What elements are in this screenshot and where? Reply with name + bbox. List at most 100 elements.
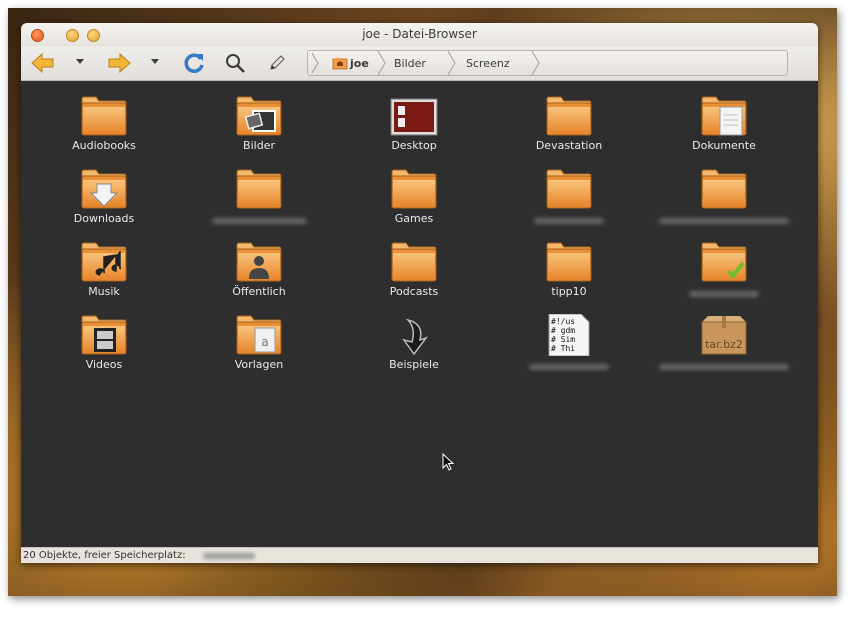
folder-icon <box>546 96 592 136</box>
folder-icon <box>546 169 592 209</box>
file-label: tipp10 <box>551 285 587 298</box>
file-icon <box>700 241 748 283</box>
script-preview-line: # gdm <box>551 326 575 335</box>
file-item[interactable]: Desktop <box>349 95 479 157</box>
redacted-file-label <box>211 218 307 224</box>
file-label: Downloads <box>73 212 135 225</box>
file-item[interactable]: Devastation <box>504 95 634 157</box>
folder-icon <box>81 96 127 136</box>
svg-text:a: a <box>261 335 268 349</box>
file-item[interactable]: Beispiele <box>349 314 479 376</box>
forward-button[interactable] <box>105 51 133 75</box>
crumb-label: Bilder <box>394 56 426 70</box>
file-icon <box>390 314 438 356</box>
script-file-icon: #!/us# gdm# Sim# Thi <box>548 313 590 357</box>
redacted-file-label <box>689 291 759 297</box>
file-label: Devastation <box>535 139 603 152</box>
file-icon: tar.bz2 <box>700 314 748 356</box>
public-folder-icon <box>236 242 282 282</box>
free-space-value-redacted <box>203 553 255 559</box>
file-icon <box>545 95 593 137</box>
file-item[interactable] <box>659 241 789 303</box>
path-bar-left-arrow[interactable] <box>310 51 320 75</box>
downloads-folder-icon <box>81 169 127 209</box>
crumb-label: Screenz <box>466 56 510 70</box>
file-item[interactable]: tipp10 <box>504 241 634 303</box>
file-item[interactable]: Videos <box>39 314 169 376</box>
file-icon <box>390 95 438 137</box>
redacted-file-label <box>659 364 789 370</box>
file-item[interactable]: Audiobooks <box>39 95 169 157</box>
file-item[interactable]: tar.bz2 <box>659 314 789 376</box>
file-item[interactable]: Podcasts <box>349 241 479 303</box>
title-bar[interactable]: joe - Datei-Browser <box>21 23 818 47</box>
pictures-folder-icon <box>236 96 282 136</box>
forward-history-dropdown[interactable] <box>151 59 159 64</box>
file-icon <box>700 95 748 137</box>
file-icon <box>80 241 128 283</box>
file-label: Musik <box>88 285 120 298</box>
file-item[interactable] <box>504 168 634 230</box>
file-icon <box>390 168 438 210</box>
file-label: Games <box>394 212 434 225</box>
file-item[interactable] <box>194 168 324 230</box>
music-folder-icon <box>81 242 127 282</box>
redacted-file-label <box>659 218 789 224</box>
symlink-icon <box>402 318 429 356</box>
file-label: Videos <box>85 358 123 371</box>
file-item[interactable]: Downloads <box>39 168 169 230</box>
documents-folder-icon <box>701 96 747 136</box>
file-label: Bilder <box>243 139 275 152</box>
templates-folder-icon: a <box>236 315 282 355</box>
back-history-dropdown[interactable] <box>76 59 84 64</box>
file-icon <box>235 168 283 210</box>
folder-icon <box>391 169 437 209</box>
file-item[interactable]: #!/us # gdm # Sim # Thi <box>504 313 634 376</box>
file-item[interactable]: Öffentlich <box>194 241 324 303</box>
file-icon <box>80 168 128 210</box>
file-label: Beispiele <box>389 358 439 371</box>
home-folder-icon <box>332 57 348 70</box>
forward-arrow-icon <box>108 52 131 74</box>
edit-path-button[interactable] <box>265 51 289 75</box>
folder-icon <box>236 169 282 209</box>
reload-button[interactable] <box>180 51 208 75</box>
file-label: Dokumente <box>692 139 756 152</box>
file-label: Vorlagen <box>234 358 284 371</box>
file-item[interactable]: Musik <box>39 241 169 303</box>
file-icon <box>390 241 438 283</box>
videos-folder-icon <box>81 315 127 355</box>
file-icon <box>700 168 748 210</box>
back-button[interactable] <box>29 51 57 75</box>
crumb-bilder[interactable]: Bilder <box>394 51 440 75</box>
status-bar: 20 Objekte, freier Speicherplatz: <box>21 547 818 563</box>
file-item[interactable]: a Vorlagen <box>194 314 324 376</box>
script-preview-line: #!/us <box>551 317 575 326</box>
file-icon <box>545 241 593 283</box>
file-item[interactable]: Dokumente <box>659 95 789 157</box>
crumb-separator <box>447 51 456 75</box>
path-bar: joe Bilder Screenz <box>307 50 788 76</box>
archive-badge: tar.bz2 <box>705 338 743 351</box>
file-icon-view[interactable]: Audiobooks Bilder Desktop Devastation Dokume… <box>21 81 818 547</box>
back-arrow-icon <box>31 52 54 74</box>
file-browser-window: joe - Datei-Browser joe Bilder Screenz A… <box>21 23 818 563</box>
crumb-separator <box>377 51 386 75</box>
crumb-joe[interactable]: joe <box>332 51 372 75</box>
file-label: Audiobooks <box>72 139 136 152</box>
folder-icon <box>701 169 747 209</box>
script-preview-line: # Thi <box>551 344 575 353</box>
redacted-file-label <box>534 218 604 224</box>
file-item[interactable] <box>659 168 789 230</box>
search-icon <box>226 54 245 73</box>
toolbar: joe Bilder Screenz <box>21 46 818 81</box>
redacted-file-label <box>529 364 609 370</box>
file-item[interactable]: Games <box>349 168 479 230</box>
crumb-screenz[interactable]: Screenz <box>466 51 526 75</box>
file-item[interactable]: Bilder <box>194 95 324 157</box>
search-button[interactable] <box>222 51 248 75</box>
file-label: Podcasts <box>389 285 439 298</box>
script-preview-line: # Sim <box>551 335 575 344</box>
status-text: 20 Objekte, freier Speicherplatz: <box>23 550 186 561</box>
reload-icon <box>184 53 204 73</box>
